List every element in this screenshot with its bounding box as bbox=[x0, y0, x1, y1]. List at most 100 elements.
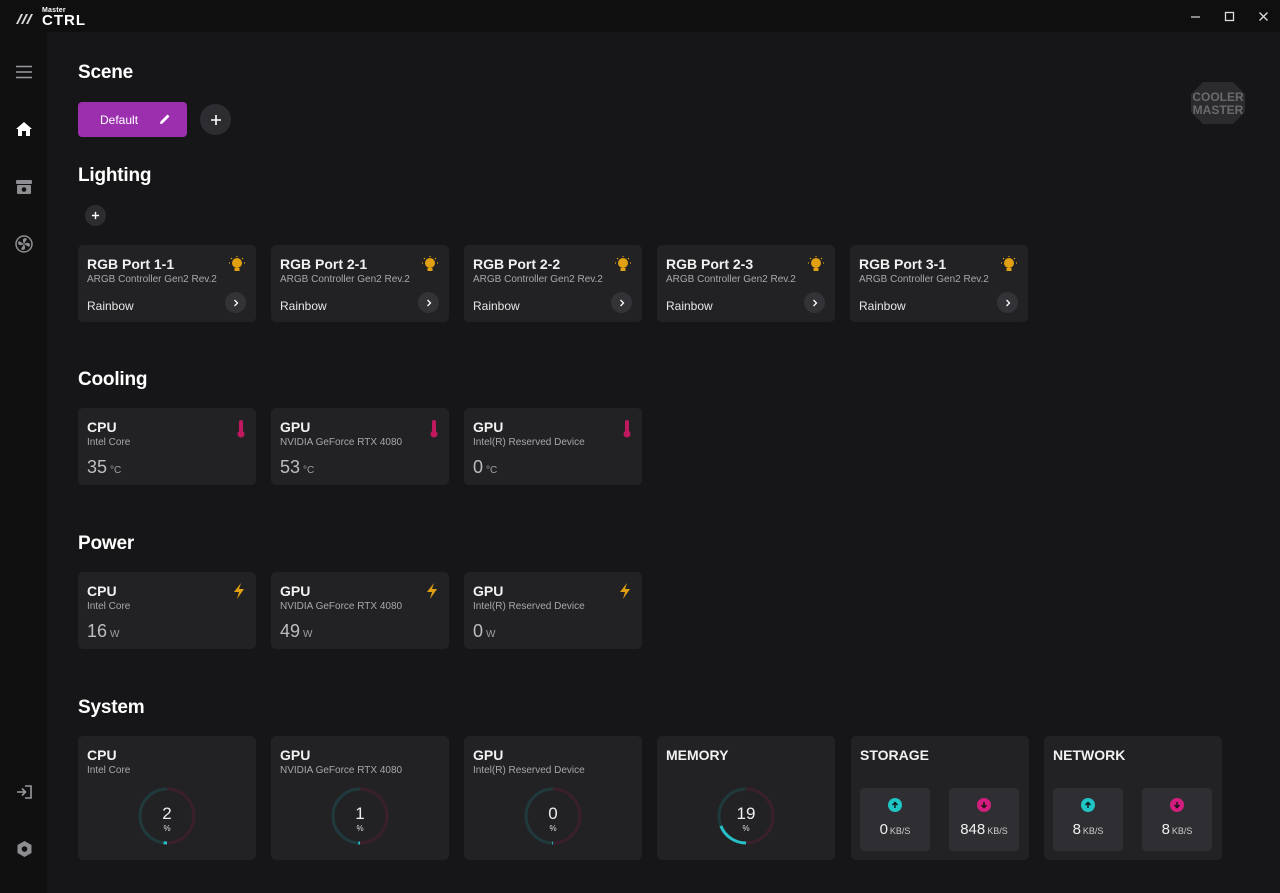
lightbulb-icon bbox=[807, 256, 825, 277]
thermometer-icon bbox=[236, 419, 246, 443]
network-upload-unit: KB/S bbox=[1082, 826, 1104, 836]
system-usage-card[interactable]: CPU Intel Core 2% bbox=[78, 736, 256, 860]
power-device-name: NVIDIA GeForce RTX 4080 bbox=[280, 601, 403, 612]
power-device-name: Intel(R) Reserved Device bbox=[473, 601, 585, 612]
usage-value: 1 bbox=[355, 804, 365, 823]
lightbulb-icon bbox=[1000, 256, 1018, 277]
sidebar-item-login[interactable] bbox=[13, 781, 35, 803]
storage-download: 848 KB/S bbox=[949, 788, 1019, 851]
title-bar: Master CTRL bbox=[0, 0, 1280, 32]
usage-unit: % bbox=[549, 824, 557, 833]
chevron-right-button[interactable] bbox=[418, 292, 439, 313]
plus-icon bbox=[91, 211, 100, 220]
network-download-unit: KB/S bbox=[1171, 826, 1193, 836]
network-card[interactable]: NETWORK 8 KB/S 8 KB/S bbox=[1044, 736, 1222, 860]
cooling-card[interactable]: GPU Intel(R) Reserved Device 0 °C bbox=[464, 408, 642, 485]
usage-value: 0 bbox=[548, 804, 558, 823]
sidebar-item-fans[interactable] bbox=[13, 233, 35, 255]
lighting-card[interactable]: RGB Port 1-1 ARGB Controller Gen2 Rev.2 Ra… bbox=[78, 245, 256, 322]
scene-default-button[interactable]: Default bbox=[78, 102, 187, 137]
power-device-name: Intel Core bbox=[87, 601, 131, 612]
lighting-port-title: RGB Port 3-1 bbox=[859, 256, 947, 272]
lighting-device-name: ARGB Controller Gen2 Rev.2 bbox=[473, 274, 603, 285]
power-card[interactable]: GPU Intel(R) Reserved Device 0 W bbox=[464, 572, 642, 649]
lighting-card[interactable]: RGB Port 2-1 ARGB Controller Gen2 Rev.2 Ra… bbox=[271, 245, 449, 322]
scene-label: Default bbox=[100, 112, 139, 127]
system-device-type: CPU bbox=[87, 747, 117, 763]
storage-title: STORAGE bbox=[860, 747, 929, 763]
lighting-device-name: ARGB Controller Gen2 Rev.2 bbox=[280, 274, 410, 285]
usage-gauge: 1% bbox=[330, 786, 390, 846]
chevron-right-button[interactable] bbox=[611, 292, 632, 313]
lighting-device-name: ARGB Controller Gen2 Rev.2 bbox=[87, 274, 217, 285]
cooling-reading: 35 °C bbox=[87, 457, 121, 478]
fan-icon bbox=[15, 235, 33, 253]
chevron-right-button[interactable] bbox=[804, 292, 825, 313]
sidebar bbox=[0, 32, 47, 893]
lightbulb-icon bbox=[421, 256, 439, 277]
lighting-port-title: RGB Port 2-3 bbox=[666, 256, 754, 272]
chevron-right-icon bbox=[812, 299, 817, 306]
lighting-mode: Rainbow bbox=[859, 299, 906, 313]
power-card[interactable]: GPU NVIDIA GeForce RTX 4080 49 W bbox=[271, 572, 449, 649]
usage-unit: % bbox=[356, 824, 364, 833]
maximize-button[interactable] bbox=[1212, 0, 1246, 32]
power-device-type: GPU bbox=[473, 583, 504, 599]
sign-in-icon bbox=[17, 785, 32, 799]
storage-download-value: 848 bbox=[960, 821, 986, 838]
power-unit: W bbox=[486, 629, 496, 640]
power-reading: 0W bbox=[473, 621, 495, 642]
cooling-device-type: CPU bbox=[87, 419, 117, 435]
pencil-icon[interactable] bbox=[158, 112, 172, 126]
add-lighting-button[interactable] bbox=[85, 205, 106, 226]
storage-upload-unit: KB/S bbox=[889, 826, 911, 836]
sidebar-item-settings[interactable] bbox=[13, 838, 35, 860]
network-title: NETWORK bbox=[1053, 747, 1126, 763]
brand-name: CTRL bbox=[42, 12, 86, 29]
lightning-bolt-icon bbox=[618, 583, 632, 604]
add-scene-button[interactable] bbox=[200, 104, 231, 135]
usage-value: 2 bbox=[162, 804, 172, 823]
cooling-value: 35 bbox=[87, 457, 108, 477]
system-heading: System bbox=[78, 697, 145, 718]
lighting-mode: Rainbow bbox=[280, 299, 327, 313]
system-device-name: Intel Core bbox=[87, 765, 131, 776]
power-value: 16 bbox=[87, 621, 108, 641]
lighting-card[interactable]: RGB Port 2-3 ARGB Controller Gen2 Rev.2 Ra… bbox=[657, 245, 835, 322]
cooling-unit: °C bbox=[486, 465, 498, 476]
system-device-type: GPU bbox=[280, 747, 311, 763]
system-device-name: NVIDIA GeForce RTX 4080 bbox=[280, 765, 403, 776]
close-button[interactable] bbox=[1246, 0, 1280, 32]
chevron-right-button[interactable] bbox=[225, 292, 246, 313]
device-box-icon bbox=[16, 180, 32, 194]
cooling-unit: °C bbox=[110, 465, 122, 476]
download-arrow-icon bbox=[1170, 798, 1184, 812]
thermometer-icon bbox=[429, 419, 439, 443]
lighting-card[interactable]: RGB Port 3-1 ARGB Controller Gen2 Rev.2 Ra… bbox=[850, 245, 1028, 322]
chevron-right-button[interactable] bbox=[997, 292, 1018, 313]
sidebar-item-devices[interactable] bbox=[13, 176, 35, 198]
power-card[interactable]: CPU Intel Core 16 W bbox=[78, 572, 256, 649]
lightning-bolt-icon bbox=[232, 583, 246, 604]
lighting-port-title: RGB Port 1-1 bbox=[87, 256, 175, 272]
cooling-card[interactable]: CPU Intel Core 35 °C bbox=[78, 408, 256, 485]
power-unit: W bbox=[110, 629, 120, 640]
close-icon bbox=[1258, 11, 1268, 21]
upload-arrow-icon bbox=[888, 798, 902, 812]
cooling-value: 53 bbox=[280, 457, 301, 477]
cooling-card[interactable]: GPU NVIDIA GeForce RTX 4080 53 °C bbox=[271, 408, 449, 485]
mastercontrol-logo-icon bbox=[16, 13, 33, 24]
minimize-button[interactable] bbox=[1178, 0, 1212, 32]
cooling-heading: Cooling bbox=[78, 369, 148, 390]
lighting-card[interactable]: RGB Port 2-2 ARGB Controller Gen2 Rev.2 Ra… bbox=[464, 245, 642, 322]
system-usage-card[interactable]: GPU NVIDIA GeForce RTX 4080 1% bbox=[271, 736, 449, 860]
menu-button[interactable] bbox=[13, 61, 35, 83]
system-usage-card[interactable]: GPU Intel(R) Reserved Device 0% bbox=[464, 736, 642, 860]
power-value: 0 bbox=[473, 621, 484, 641]
system-usage-card[interactable]: MEMORY 19% bbox=[657, 736, 835, 860]
system-device-name: Intel(R) Reserved Device bbox=[473, 765, 585, 776]
storage-card[interactable]: STORAGE 0 KB/S 848 KB/S bbox=[851, 736, 1029, 860]
sidebar-item-home[interactable] bbox=[13, 118, 35, 140]
home-icon bbox=[16, 122, 32, 136]
cooling-device-name: Intel(R) Reserved Device bbox=[473, 437, 585, 448]
